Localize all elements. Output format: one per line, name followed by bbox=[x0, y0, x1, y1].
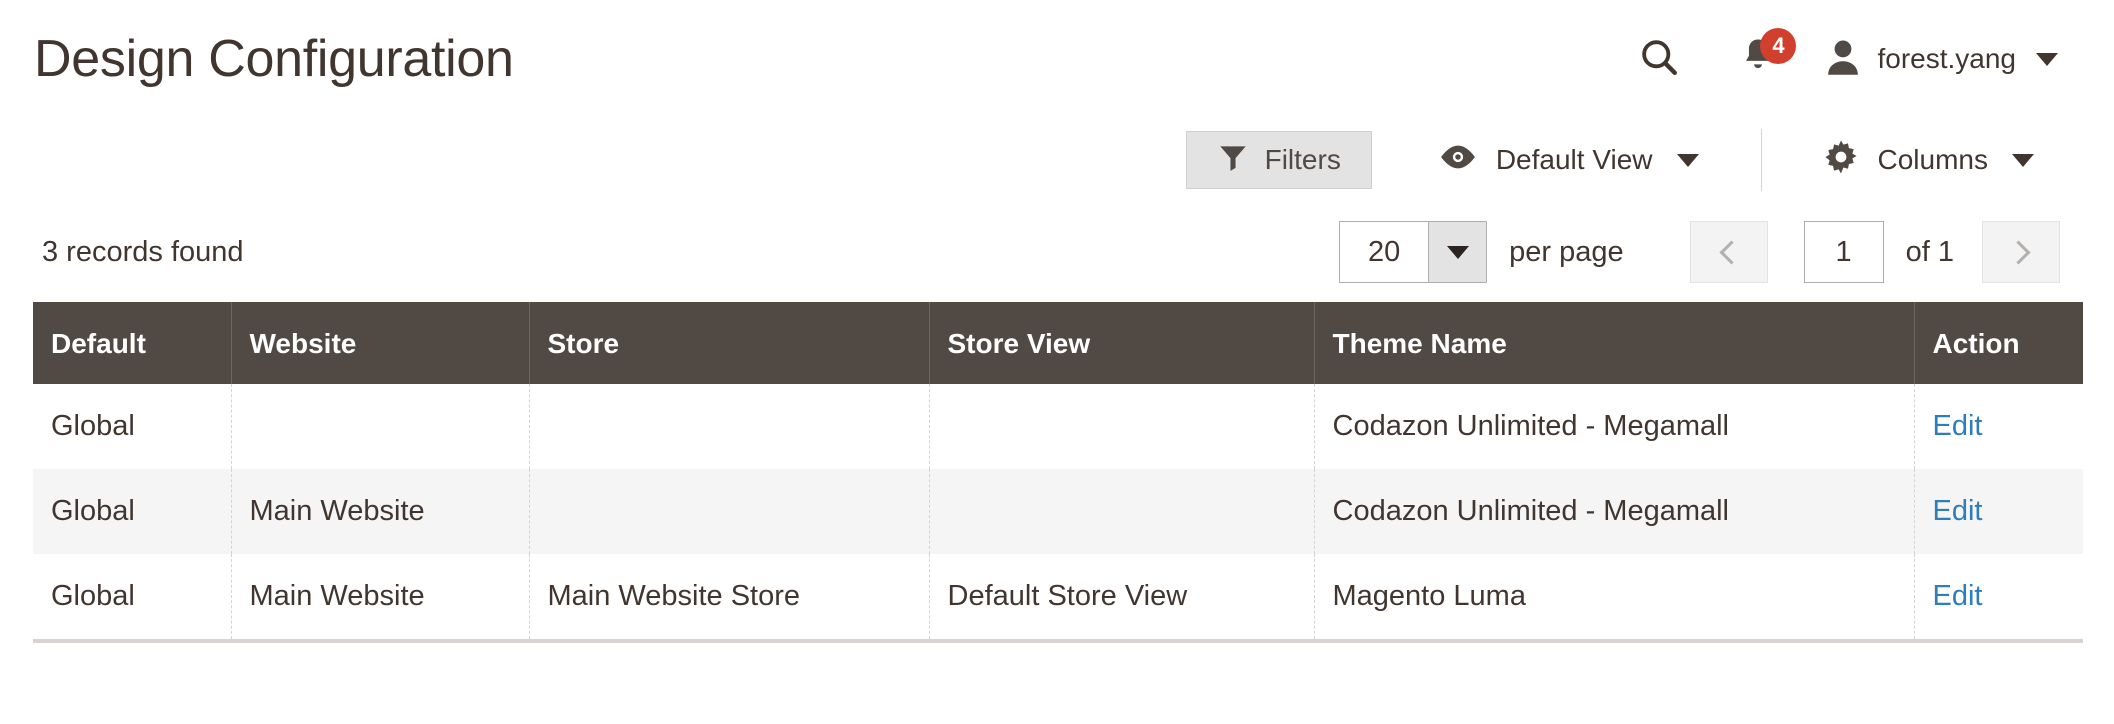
filters-label: Filters bbox=[1264, 144, 1341, 175]
notification-bell-wrapper: 4 bbox=[1738, 28, 1797, 82]
user-avatar-icon bbox=[1823, 36, 1863, 83]
cell-store bbox=[529, 384, 930, 469]
cell-website: Main Website bbox=[231, 554, 530, 643]
cell-store-view bbox=[929, 384, 1315, 469]
eye-icon bbox=[1438, 142, 1478, 179]
grid-toolbar: Filters Default View Columns bbox=[32, 118, 2082, 202]
notifications-button[interactable]: 4 bbox=[1707, 28, 1815, 87]
search-icon bbox=[1637, 35, 1681, 84]
edit-link[interactable]: Edit bbox=[1933, 410, 1983, 442]
cell-theme-name: Magento Luma bbox=[1314, 554, 1915, 643]
next-page-button[interactable] bbox=[1982, 221, 2060, 283]
chevron-left-icon bbox=[1719, 239, 1744, 265]
per-page-selector[interactable]: 20 bbox=[1339, 221, 1488, 283]
default-view-selector[interactable]: Default View bbox=[1412, 131, 1725, 189]
current-page-input[interactable]: 1 bbox=[1803, 221, 1884, 283]
previous-page-button[interactable] bbox=[1689, 221, 1768, 283]
cell-theme-name: Codazon Unlimited - Megamall bbox=[1314, 384, 1915, 469]
edit-link[interactable]: Edit bbox=[1933, 495, 1983, 527]
gear-icon bbox=[1822, 138, 1860, 183]
header-tools: 4 forest.yang bbox=[1611, 28, 2082, 87]
pagination-controls: 20 per page 1 of 1 bbox=[1339, 221, 2060, 283]
chevron-down-icon bbox=[1676, 153, 1699, 167]
per-page-toggle[interactable] bbox=[1428, 222, 1487, 282]
page-title: Design Configuration bbox=[34, 30, 514, 88]
search-button[interactable] bbox=[1611, 31, 1707, 87]
default-view-label: Default View bbox=[1495, 144, 1653, 175]
table-row: Global Main Website Codazon Unlimited - … bbox=[33, 469, 2083, 554]
column-header-default[interactable]: Default bbox=[33, 302, 232, 384]
bell-icon bbox=[1738, 39, 1778, 82]
chevron-down-icon bbox=[2036, 52, 2058, 66]
user-menu[interactable]: forest.yang bbox=[1815, 31, 2058, 87]
cell-store-view: Default Store View bbox=[929, 554, 1315, 643]
cell-theme-name: Codazon Unlimited - Megamall bbox=[1314, 469, 1915, 554]
page-header: Design Configuration 4 forest.yang bbox=[32, 0, 2082, 118]
column-header-theme-name[interactable]: Theme Name bbox=[1314, 302, 1915, 384]
column-header-store-view[interactable]: Store View bbox=[929, 302, 1315, 384]
grid-head: Default Website Store Store View Theme N… bbox=[33, 302, 2083, 384]
cell-store: Main Website Store bbox=[529, 554, 930, 643]
table-row: Global Main Website Main Website Store D… bbox=[33, 554, 2083, 643]
column-header-website[interactable]: Website bbox=[231, 302, 530, 384]
edit-link[interactable]: Edit bbox=[1933, 580, 1983, 612]
notification-badge: 4 bbox=[1760, 28, 1797, 64]
cell-action: Edit bbox=[1914, 384, 2083, 469]
design-configuration-grid: Default Website Store Store View Theme N… bbox=[33, 302, 2083, 643]
column-header-action: Action bbox=[1914, 302, 2083, 384]
funnel-icon bbox=[1217, 141, 1249, 180]
cell-store bbox=[529, 469, 930, 554]
per-page-value[interactable]: 20 bbox=[1340, 222, 1429, 282]
grid-meta-row: 3 records found 20 per page 1 of 1 bbox=[32, 202, 2082, 302]
cell-default: Global bbox=[33, 554, 232, 643]
design-configuration-page: Design Configuration 4 forest.yang Filte… bbox=[0, 0, 2114, 724]
column-header-store[interactable]: Store bbox=[529, 302, 930, 384]
chevron-down-icon bbox=[1446, 245, 1469, 259]
cell-default: Global bbox=[33, 469, 232, 554]
per-page-label: per page bbox=[1509, 235, 1624, 268]
grid-body: Global Codazon Unlimited - Megamall Edit… bbox=[33, 384, 2083, 643]
cell-store-view bbox=[929, 469, 1315, 554]
cell-action: Edit bbox=[1914, 469, 2083, 554]
cell-website bbox=[231, 384, 530, 469]
filters-button[interactable]: Filters bbox=[1185, 131, 1372, 189]
toolbar-divider bbox=[1760, 129, 1762, 191]
records-found-label: 3 records found bbox=[42, 235, 244, 268]
data-grid-wrapper: Default Website Store Store View Theme N… bbox=[32, 302, 2083, 643]
grid-header-row: Default Website Store Store View Theme N… bbox=[33, 302, 2083, 384]
chevron-down-icon bbox=[2012, 153, 2034, 167]
cell-default: Global bbox=[33, 384, 232, 469]
chevron-right-icon bbox=[2005, 239, 2031, 265]
cell-action: Edit bbox=[1914, 554, 2083, 643]
columns-selector[interactable]: Columns bbox=[1796, 131, 2060, 189]
table-row: Global Codazon Unlimited - Megamall Edit bbox=[33, 384, 2083, 469]
columns-label: Columns bbox=[1877, 144, 1988, 175]
user-name: forest.yang bbox=[1877, 43, 2016, 74]
total-pages-label: of 1 bbox=[1905, 235, 1954, 268]
cell-website: Main Website bbox=[231, 469, 530, 554]
